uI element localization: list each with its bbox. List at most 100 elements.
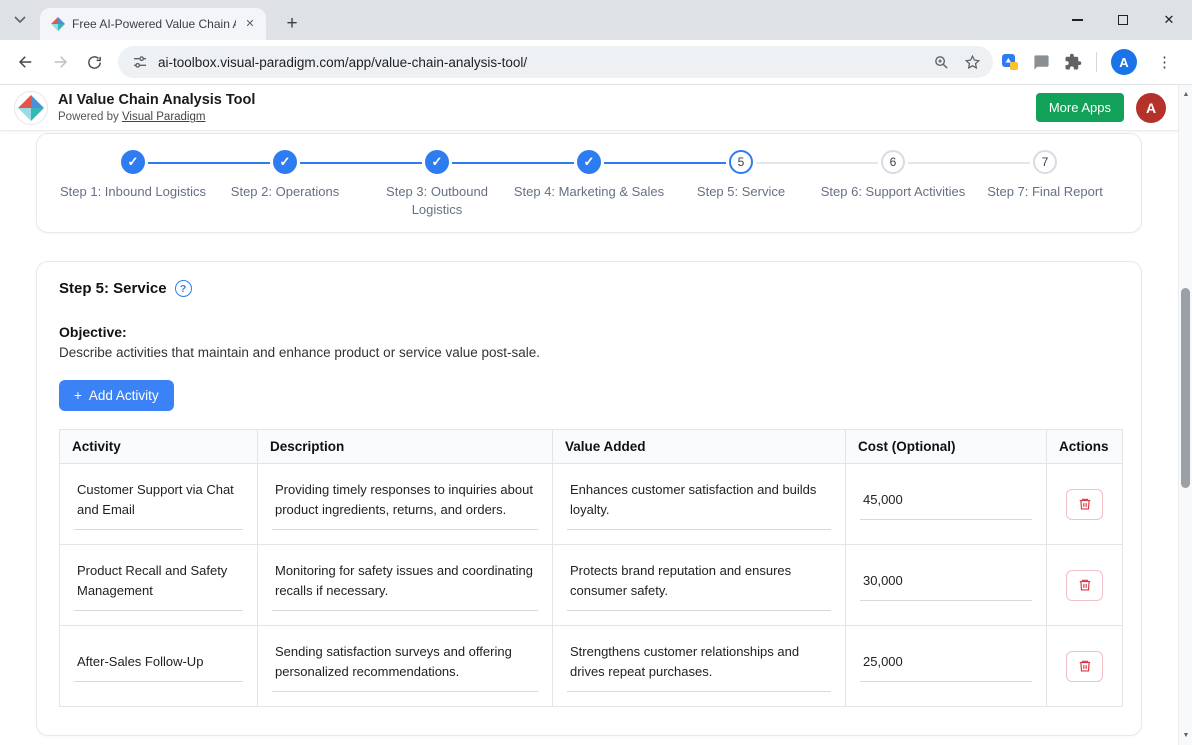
stepper-step-6[interactable]: 6 Step 6: Support Activities <box>817 150 969 218</box>
pinned-extension-2-button[interactable] <box>1033 54 1050 71</box>
more-apps-button[interactable]: More Apps <box>1036 93 1124 122</box>
app-title-block: AI Value Chain Analysis Tool Powered by … <box>58 92 255 123</box>
close-icon: ✕ <box>1164 12 1175 28</box>
stepper-step-7[interactable]: 7 Step 7: Final Report <box>969 150 1121 218</box>
step-number: 6 <box>890 155 897 169</box>
add-activity-button[interactable]: + Add Activity <box>59 380 174 411</box>
chevron-down-icon <box>14 16 26 24</box>
cost-field[interactable]: 25,000 <box>860 650 1032 683</box>
minimize-icon <box>1072 19 1083 20</box>
reload-icon <box>86 54 103 71</box>
powered-by-prefix: Powered by <box>58 111 122 123</box>
visual-paradigm-link[interactable]: Visual Paradigm <box>122 111 206 123</box>
forward-button[interactable] <box>44 46 76 78</box>
cost-field[interactable]: 45,000 <box>860 488 1032 521</box>
col-header-value-added: Value Added <box>553 430 846 464</box>
new-tab-button[interactable]: + <box>278 10 306 38</box>
description-field[interactable]: Monitoring for safety issues and coordin… <box>272 559 538 611</box>
minimize-button[interactable] <box>1054 0 1100 40</box>
page-title: Step 5: Service <box>59 280 167 297</box>
stepper-step-5[interactable]: 5 Step 5: Service <box>665 150 817 218</box>
zoom-button[interactable] <box>933 54 950 71</box>
table-row: After-Sales Follow-Up Sending satisfacti… <box>60 626 1123 707</box>
delete-row-button[interactable] <box>1066 651 1103 682</box>
scrollbar-thumb[interactable] <box>1181 288 1190 488</box>
table-row: Product Recall and Safety Management Mon… <box>60 545 1123 626</box>
step-5-card: Step 5: Service ? Objective: Describe ac… <box>36 261 1142 736</box>
toolbar-right-cluster: A ⋮ <box>1001 49 1182 75</box>
browser-titlebar: Free AI-Powered Value Chain An ✕ + ✕ <box>0 0 1192 40</box>
step-1-label: Step 1: Inbound Logistics <box>60 183 206 201</box>
scrollbar-up-arrow[interactable]: ▲ <box>1179 87 1192 101</box>
user-avatar[interactable]: A <box>1136 93 1166 123</box>
header-right: More Apps A <box>1036 93 1166 123</box>
delete-row-button[interactable] <box>1066 489 1103 520</box>
maximize-icon <box>1118 15 1128 25</box>
activity-field[interactable]: Customer Support via Chat and Email <box>74 478 243 530</box>
forward-icon <box>51 53 69 71</box>
back-button[interactable] <box>10 46 42 78</box>
stepper-step-2[interactable]: ✓ Step 2: Operations <box>209 150 361 218</box>
main-title-row: Step 5: Service ? <box>59 280 1119 297</box>
activity-field[interactable]: After-Sales Follow-Up <box>74 650 243 683</box>
bookmark-button[interactable] <box>964 54 981 71</box>
browser-menu-button[interactable]: ⋮ <box>1151 53 1178 71</box>
address-bar[interactable]: ai-toolbox.visual-paradigm.com/app/value… <box>118 46 993 78</box>
description-field[interactable]: Sending satisfaction surveys and offerin… <box>272 640 538 692</box>
step-4-label: Step 4: Marketing & Sales <box>514 183 664 201</box>
trash-icon <box>1078 497 1092 511</box>
step-7-circle: 7 <box>1033 150 1057 174</box>
help-icon[interactable]: ? <box>175 280 192 297</box>
pinned-extension-1-button[interactable] <box>1001 53 1019 71</box>
delete-row-button[interactable] <box>1066 570 1103 601</box>
stepper-step-1[interactable]: ✓ Step 1: Inbound Logistics <box>57 150 209 218</box>
col-header-description: Description <box>258 430 553 464</box>
tab-search-chevron-button[interactable] <box>6 6 34 34</box>
check-icon: ✓ <box>584 154 595 170</box>
browser-profile-avatar[interactable]: A <box>1111 49 1137 75</box>
add-activity-label: Add Activity <box>89 388 159 403</box>
chat-bubble-icon <box>1033 54 1050 71</box>
toolbar-divider <box>1096 52 1097 72</box>
star-icon <box>964 54 981 71</box>
activities-table: Activity Description Value Added Cost (O… <box>59 429 1123 707</box>
zoom-icon <box>933 54 950 71</box>
step-5-label: Step 5: Service <box>697 183 785 201</box>
step-3-label: Step 3: Outbound Logistics <box>384 183 490 218</box>
browser-tab[interactable]: Free AI-Powered Value Chain An ✕ <box>40 8 266 40</box>
step-number: 5 <box>738 155 745 169</box>
col-header-actions: Actions <box>1047 430 1123 464</box>
app-header: AI Value Chain Analysis Tool Powered by … <box>0 85 1178 131</box>
powered-by: Powered by Visual Paradigm <box>58 111 255 123</box>
page-scrollbar[interactable]: ▲ ▼ <box>1178 85 1192 745</box>
objective-label: Objective: <box>59 324 1119 340</box>
url-text[interactable]: ai-toolbox.visual-paradigm.com/app/value… <box>158 55 919 70</box>
value-added-field[interactable]: Strengthens customer relationships and d… <box>567 640 831 692</box>
pinned-extension-1-icon <box>1001 53 1019 71</box>
app-logo <box>14 91 48 125</box>
tab-title: Free AI-Powered Value Chain An <box>72 17 236 31</box>
description-field[interactable]: Providing timely responses to inquiries … <box>272 478 538 530</box>
scrollbar-down-arrow[interactable]: ▼ <box>1179 728 1192 742</box>
activity-field[interactable]: Product Recall and Safety Management <box>74 559 243 611</box>
extensions-button[interactable] <box>1064 53 1082 71</box>
site-settings-icon[interactable] <box>132 54 148 70</box>
reload-button[interactable] <box>78 46 110 78</box>
check-icon: ✓ <box>128 154 139 170</box>
cost-field[interactable]: 30,000 <box>860 569 1032 602</box>
page-content: ✓ Step 1: Inbound Logistics ✓ Step 2: Op… <box>0 131 1178 745</box>
stepper: ✓ Step 1: Inbound Logistics ✓ Step 2: Op… <box>57 150 1121 218</box>
back-icon <box>17 53 35 71</box>
tab-close-button[interactable]: ✕ <box>242 16 258 32</box>
step-4-complete-circle: ✓ <box>577 150 601 174</box>
stepper-step-4[interactable]: ✓ Step 4: Marketing & Sales <box>513 150 665 218</box>
value-added-field[interactable]: Enhances customer satisfaction and build… <box>567 478 831 530</box>
step-6-label: Step 6: Support Activities <box>821 183 966 201</box>
step-2-label: Step 2: Operations <box>231 183 339 201</box>
puzzle-icon <box>1064 53 1082 71</box>
stepper-step-3[interactable]: ✓ Step 3: Outbound Logistics <box>361 150 513 218</box>
close-button[interactable]: ✕ <box>1146 0 1192 40</box>
check-icon: ✓ <box>280 154 291 170</box>
value-added-field[interactable]: Protects brand reputation and ensures co… <box>567 559 831 611</box>
maximize-button[interactable] <box>1100 0 1146 40</box>
